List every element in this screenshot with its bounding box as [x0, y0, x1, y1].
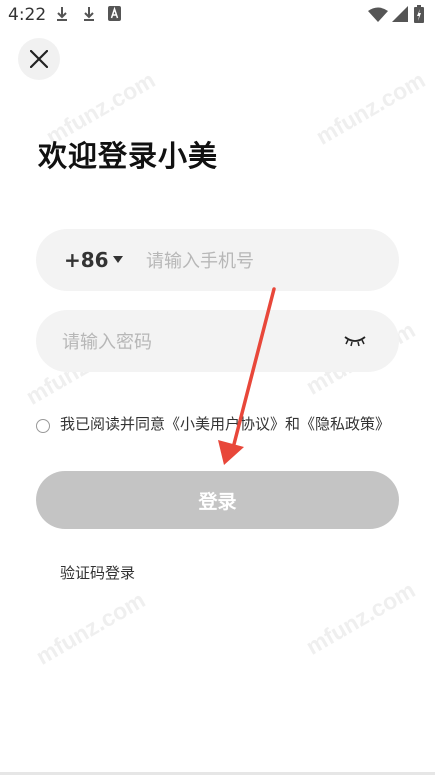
page-title: 欢迎登录小美 [38, 139, 219, 173]
phone-input[interactable] [144, 245, 388, 277]
download-icon [84, 7, 94, 21]
watermark: mfunz.com [301, 576, 420, 660]
signal-icon [392, 6, 408, 22]
close-icon [30, 50, 48, 68]
country-code-selector[interactable]: +86 [64, 248, 109, 272]
close-button[interactable] [18, 38, 60, 80]
chevron-down-icon[interactable] [113, 256, 123, 263]
phone-field: +86 [36, 229, 399, 291]
login-button[interactable]: 登录 [36, 471, 399, 529]
password-input[interactable] [60, 326, 334, 358]
agreement-checkbox[interactable] [36, 419, 50, 433]
eye-closed-icon[interactable] [343, 334, 367, 348]
watermark: mfunz.com [31, 586, 150, 670]
wifi-icon [368, 7, 388, 22]
battery-charging-icon [414, 5, 424, 23]
watermark: mfunz.com [311, 66, 430, 150]
agreement-text[interactable]: 我已阅读并同意《小美用户协议》和《隐私政策》 [60, 413, 390, 435]
download-icon [57, 7, 67, 21]
app-icon [108, 6, 121, 21]
sms-login-link[interactable]: 验证码登录 [60, 562, 135, 583]
status-time: 4:22 [8, 5, 47, 25]
password-field [36, 310, 399, 372]
status-bar: 4:22 [0, 0, 435, 30]
